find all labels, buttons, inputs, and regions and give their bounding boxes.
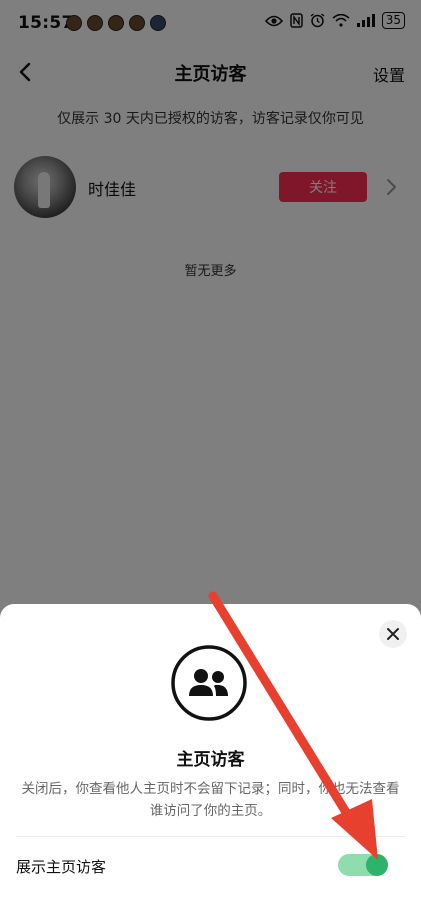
divider — [16, 836, 405, 837]
home-indicator-area — [0, 884, 421, 906]
toggle-label: 展示主页访客 — [16, 858, 107, 876]
sheet-description: 关闭后，你查看他人主页时不会留下记录；同时，你也无法查看谁访问了你的主页。 — [21, 781, 400, 819]
close-button[interactable] — [379, 620, 407, 648]
toggle-knob — [366, 854, 388, 876]
users-icon — [171, 645, 247, 721]
visitor-settings-sheet: 主页访客 关闭后，你查看他人主页时不会留下记录；同时，你也无法查看谁访问了你的主… — [0, 604, 421, 906]
sheet-title: 主页访客 — [176, 750, 245, 770]
close-icon — [387, 628, 399, 640]
show-visitors-toggle[interactable] — [338, 854, 388, 876]
